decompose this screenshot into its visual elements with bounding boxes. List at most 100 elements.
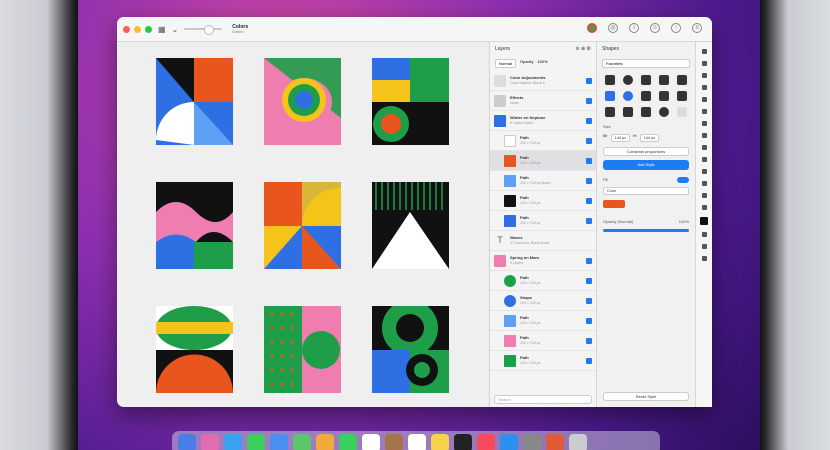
shape-thumbnail[interactable] xyxy=(659,75,669,85)
photos-icon[interactable] xyxy=(316,434,334,450)
trash-icon[interactable] xyxy=(569,434,587,450)
layer-group-row[interactable]: Spring on Mars 6 Layers xyxy=(490,251,596,271)
contacts-icon[interactable] xyxy=(385,434,403,450)
artwork-tile-2[interactable] xyxy=(264,58,341,145)
fill-color-swatch[interactable] xyxy=(603,200,625,208)
visibility-checkbox[interactable] xyxy=(586,158,592,164)
minimize-button[interactable] xyxy=(134,25,141,33)
visibility-checkbox[interactable] xyxy=(586,138,592,144)
width-input[interactable]: 144 px xyxy=(610,134,630,142)
artwork-tile-9[interactable] xyxy=(372,306,449,393)
artwork-tile-6[interactable] xyxy=(372,182,449,269)
shape-thumbnail[interactable] xyxy=(659,91,669,101)
layer-row-selected[interactable]: Path 100 × 100 px xyxy=(490,151,596,171)
shape-thumbnail[interactable] xyxy=(659,107,669,117)
shape-thumbnail[interactable] xyxy=(641,107,651,117)
visibility-checkbox[interactable] xyxy=(586,98,592,104)
layer-row[interactable]: Path 100 × 100 px xyxy=(490,131,596,151)
visibility-checkbox[interactable] xyxy=(586,318,592,324)
sidebar-toggle-icon[interactable]: ▦ xyxy=(158,25,166,34)
height-input[interactable]: 144 px xyxy=(639,134,660,142)
artwork-tile-4[interactable] xyxy=(156,182,233,269)
blend-mode-select[interactable]: Normal xyxy=(495,59,516,68)
layer-row[interactable]: Path 100 × 100 px xyxy=(490,211,596,231)
app-store-icon[interactable] xyxy=(500,434,518,450)
zoom-tool-icon[interactable] xyxy=(701,244,707,249)
maps-icon[interactable] xyxy=(293,434,311,450)
visibility-checkbox[interactable] xyxy=(586,298,592,304)
heart-shape-icon[interactable] xyxy=(623,91,633,101)
fill-tool-icon[interactable] xyxy=(701,145,707,150)
finder-icon[interactable] xyxy=(178,434,196,450)
pencil-tool-icon[interactable] xyxy=(701,133,707,138)
fill-opacity-slider[interactable] xyxy=(603,229,689,232)
shape-thumbnail[interactable] xyxy=(677,75,687,85)
shape-tool-icon[interactable] xyxy=(701,61,707,66)
fill-type-select[interactable]: Color xyxy=(603,187,689,195)
canvas[interactable] xyxy=(117,42,488,407)
eyedropper-tool-icon[interactable] xyxy=(701,205,707,210)
export-icon[interactable]: ↑ xyxy=(671,23,681,33)
artwork-tile-3[interactable] xyxy=(372,58,449,145)
artwork-tile-5[interactable] xyxy=(264,182,341,269)
artwork-tile-7[interactable] xyxy=(156,306,233,393)
messages-icon[interactable] xyxy=(247,434,265,450)
shape-thumbnail[interactable] xyxy=(677,91,687,101)
visibility-checkbox[interactable] xyxy=(586,78,592,84)
fill-toggle[interactable] xyxy=(677,177,689,183)
layer-row[interactable]: Color Adjustments Color Balance Black & xyxy=(490,71,596,91)
layer-row[interactable]: Path 100 × 100 px xyxy=(490,191,596,211)
zoom-button[interactable] xyxy=(145,25,152,33)
star-shape-icon[interactable] xyxy=(605,107,615,117)
safari-icon[interactable] xyxy=(224,434,242,450)
shape-thumbnail[interactable] xyxy=(641,91,651,101)
pixelmator-icon[interactable] xyxy=(546,434,564,450)
share-icon[interactable]: ◎ xyxy=(608,23,618,33)
reminders-icon[interactable] xyxy=(408,434,426,450)
opacity-value[interactable]: 100% xyxy=(537,59,547,68)
menu-icon[interactable]: ≡ xyxy=(692,23,702,33)
eraser-tool-icon[interactable] xyxy=(701,85,707,90)
selection-tool-icon[interactable] xyxy=(701,97,707,102)
text-tool-icon[interactable] xyxy=(701,232,707,237)
pen-tool-icon[interactable] xyxy=(701,121,707,126)
shape-thumbnail[interactable] xyxy=(605,75,615,85)
gradient-tool-icon[interactable] xyxy=(701,157,707,162)
smiley-icon[interactable]: ☺ xyxy=(650,23,660,33)
layer-row[interactable]: Path 100 × 100 px Mask › xyxy=(490,171,596,191)
shape-thumbnail-selected[interactable] xyxy=(605,91,615,101)
chevron-down-icon[interactable]: ⌄ xyxy=(172,25,179,34)
visibility-checkbox[interactable] xyxy=(586,218,592,224)
calendar-icon[interactable] xyxy=(362,434,380,450)
layer-row[interactable]: Path 100 × 100 px xyxy=(490,351,596,371)
layer-row[interactable]: Path 100 × 100 px xyxy=(490,271,596,291)
smudge-tool-icon[interactable] xyxy=(701,181,707,186)
visibility-checkbox[interactable] xyxy=(586,258,592,264)
shapes-tool-icon-active[interactable] xyxy=(700,217,708,225)
music-icon[interactable] xyxy=(477,434,495,450)
visibility-checkbox[interactable] xyxy=(586,198,592,204)
shape-thumbnail[interactable] xyxy=(623,75,633,85)
pointer-tool-icon[interactable] xyxy=(701,49,707,54)
layers-actions-icon[interactable]: ⊝ ⊕ ⚙ xyxy=(575,46,591,52)
clone-tool-icon[interactable] xyxy=(701,193,707,198)
mail-icon[interactable] xyxy=(270,434,288,450)
facetime-icon[interactable] xyxy=(339,434,357,450)
artwork-tile-8[interactable] xyxy=(264,306,341,393)
layers-search-input[interactable]: Search xyxy=(494,395,592,404)
add-style-button[interactable]: Add Style xyxy=(603,160,689,170)
artwork-tile-1[interactable] xyxy=(156,58,233,145)
crop-tool-icon[interactable] xyxy=(701,109,707,114)
system-preferences-icon[interactable] xyxy=(523,434,541,450)
color-picker-icon[interactable] xyxy=(587,23,597,33)
layer-row[interactable]: T Waves 37 Contours, Black Mode xyxy=(490,231,596,251)
brush-tool-icon[interactable] xyxy=(701,73,707,78)
tv-icon[interactable] xyxy=(454,434,472,450)
visibility-checkbox[interactable] xyxy=(586,338,592,344)
hand-tool-icon[interactable] xyxy=(701,256,707,261)
add-shape-icon[interactable] xyxy=(677,107,687,117)
visibility-checkbox[interactable] xyxy=(586,278,592,284)
reset-style-button[interactable]: Reset Style xyxy=(603,392,689,401)
shapes-category-select[interactable]: Favorites xyxy=(602,59,690,68)
visibility-checkbox[interactable] xyxy=(586,118,592,124)
